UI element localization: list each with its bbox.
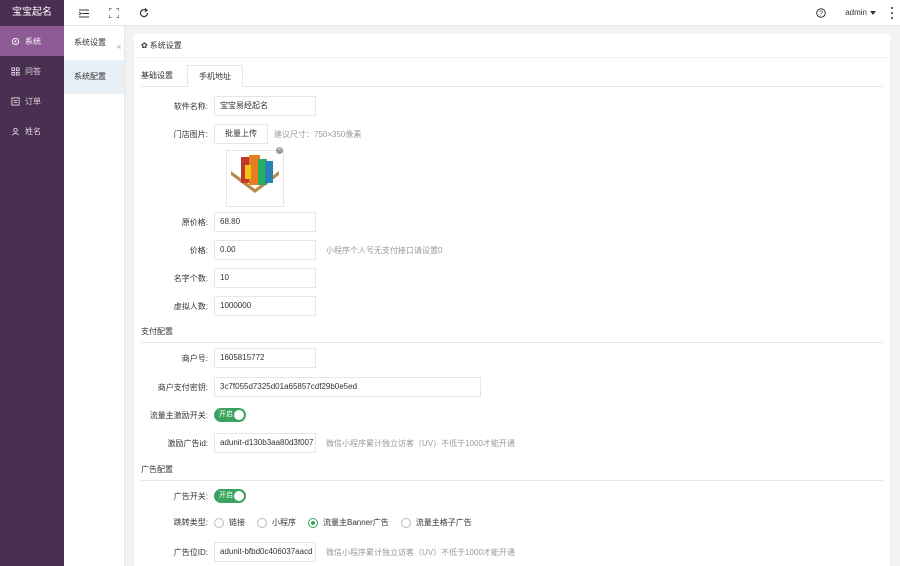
secondary-sidebar: 系统设置 系统配置 <box>64 26 125 566</box>
field-incentive-ad-id: 激励广告id: adunit-d130b3aa80d3f007 微信小程序累计独… <box>134 433 890 453</box>
refresh-icon[interactable] <box>139 8 149 18</box>
merchant-id-input[interactable]: 1605815772 <box>214 348 316 368</box>
radio-label: 链接 <box>229 518 245 527</box>
gear-icon: ✿ <box>141 40 148 50</box>
sidebar-item-orders[interactable]: 订单 <box>0 86 64 116</box>
incentive-ad-id-input[interactable]: adunit-d130b3aa80d3f007 <box>214 433 316 453</box>
tab-mobile-address[interactable]: 手机地址 <box>187 64 243 87</box>
field-jump-type: 跳转类型: 链接 小程序 流量主Banner广告 流量主格子广告 <box>134 517 890 528</box>
field-shop-image: 门店图片: 批量上传 建议尺寸：750×350像素 <box>134 124 890 144</box>
help-icon[interactable]: ? <box>816 8 826 18</box>
shop-image-thumbnail[interactable] <box>226 150 284 207</box>
radio-label: 流量主格子广告 <box>415 518 472 527</box>
batch-upload-button[interactable]: 批量上传 <box>214 124 268 144</box>
top-header: ? admin <box>64 0 900 26</box>
sidebar-item-label: 姓名 <box>25 126 41 136</box>
jump-type-label: 跳转类型: <box>173 518 208 527</box>
incentive-toggle[interactable]: 开启 <box>214 408 246 422</box>
original-price-label: 原价格: <box>181 217 208 227</box>
settings-card: ✿ 系统设置 基础设置 手机地址 软件名称: 宝宝易经起名 门店图片: 批量上传… <box>134 34 890 566</box>
sidebar-item-label: 订单 <box>25 96 41 106</box>
ad-slot-id-input[interactable]: adunit-bfbd0c406037aacd <box>214 542 316 562</box>
subnav-item-system-config[interactable]: 系统配置 <box>64 60 124 94</box>
order-icon <box>10 96 20 106</box>
name-count-label: 名字个数: <box>173 273 208 283</box>
radio-label: 小程序 <box>272 518 296 527</box>
merchant-key-label: 商户支付密钥: <box>157 382 208 392</box>
radio-circle <box>214 517 224 528</box>
radio-circle <box>308 517 318 528</box>
field-virtual-count: 虚拟人数: 1000000 <box>134 296 890 316</box>
radio-mini-program[interactable]: 小程序 <box>257 517 296 528</box>
chevron-down-icon <box>870 10 876 15</box>
menu-toggle-icon[interactable] <box>79 8 89 18</box>
merchant-key-input[interactable]: 3c7f055d7325d01a65857cdf29b0e5ed <box>214 377 481 397</box>
ads-section-title: 广告配置 <box>141 465 173 474</box>
remove-image-icon[interactable]: × <box>276 147 283 154</box>
price-hint: 小程序个人号无支付接口请设置0 <box>326 245 443 255</box>
radio-banner-ad[interactable]: 流量主Banner广告 <box>308 517 389 528</box>
settings-tabs: 基础设置 手机地址 <box>141 64 883 87</box>
more-options-icon[interactable] <box>890 7 894 19</box>
user-icon <box>10 126 20 136</box>
field-original-price: 原价格: 68.80 <box>134 212 890 232</box>
virtual-count-label: 虚拟人数: <box>173 301 208 311</box>
field-ad-slot-id: 广告位ID: adunit-bfbd0c406037aacd 微信小程序累计独立… <box>134 542 890 562</box>
radio-grid-ad[interactable]: 流量主格子广告 <box>400 517 472 528</box>
jump-type-radio-group: 链接 小程序 流量主Banner广告 流量主格子广告 <box>214 517 484 528</box>
sidebar-item-label: 系统 <box>25 36 41 46</box>
payment-section-title: 支付配置 <box>141 327 173 336</box>
shop-image-hint: 建议尺寸：750×350像素 <box>274 129 362 139</box>
sidebar-item-label: 问答 <box>25 66 41 76</box>
toggle-knob <box>234 491 244 501</box>
collapse-sidebar-icon[interactable]: « <box>114 40 124 54</box>
radio-label: 流量主Banner广告 <box>323 518 389 527</box>
software-name-label: 软件名称: <box>173 101 208 111</box>
price-input[interactable]: 0.00 <box>214 240 316 260</box>
settings-icon <box>10 36 20 46</box>
field-merchant-key: 商户支付密钥: 3c7f055d7325d01a65857cdf29b0e5ed <box>134 377 890 397</box>
radio-circle <box>257 517 267 528</box>
app-brand[interactable]: 宝宝起名 <box>0 0 64 26</box>
sidebar-item-names[interactable]: 姓名 <box>0 116 64 146</box>
user-menu[interactable]: admin <box>845 0 876 26</box>
tab-basic-settings[interactable]: 基础设置 <box>141 65 180 87</box>
card-header: ✿ 系统设置 <box>134 34 890 58</box>
field-name-count: 名字个数: 10 <box>134 268 890 288</box>
divider <box>141 342 883 343</box>
toggle-state-text: 开启 <box>219 492 233 499</box>
name-count-input[interactable]: 10 <box>214 268 316 288</box>
incentive-switch-label: 流量主激励开关: <box>149 410 208 420</box>
shop-image-label: 门店图片: <box>173 129 208 139</box>
field-software-name: 软件名称: 宝宝易经起名 <box>134 96 890 116</box>
fullscreen-icon[interactable] <box>109 8 119 18</box>
toggle-state-text: 开启 <box>219 411 233 418</box>
incentive-ad-id-hint: 微信小程序累计独立访客（UV）不低于1000才能开通 <box>326 438 515 448</box>
software-name-input[interactable]: 宝宝易经起名 <box>214 96 316 116</box>
field-incentive-switch: 流量主激励开关: 开启 <box>134 408 890 422</box>
original-price-input[interactable]: 68.80 <box>214 212 316 232</box>
ad-switch-label: 广告开关: <box>173 491 208 501</box>
ad-toggle[interactable]: 开启 <box>214 489 246 503</box>
sidebar-item-qa[interactable]: 问答 <box>0 56 64 86</box>
radio-link[interactable]: 链接 <box>214 517 245 528</box>
toggle-knob <box>234 410 244 420</box>
merchant-id-label: 商户号: <box>181 353 208 363</box>
virtual-count-input[interactable]: 1000000 <box>214 296 316 316</box>
sidebar-item-system[interactable]: 系统 <box>0 26 64 56</box>
svg-text:?: ? <box>819 11 823 18</box>
grid-icon <box>10 66 20 76</box>
divider <box>141 480 883 481</box>
incentive-ad-id-label: 激励广告id: <box>167 438 208 448</box>
main-sidebar: 宝宝起名 系统 问答 订单 姓名 <box>0 0 64 566</box>
radio-circle <box>400 517 411 528</box>
ad-slot-id-label: 广告位ID: <box>173 547 208 557</box>
ad-slot-id-hint: 微信小程序累计独立访客（UV）不低于1000才能开通 <box>326 547 515 557</box>
field-price: 价格: 0.00 小程序个人号无支付接口请设置0 <box>134 240 890 260</box>
card-title: 系统设置 <box>149 40 182 50</box>
field-merchant-id: 商户号: 1605815772 <box>134 348 890 368</box>
field-ad-switch: 广告开关: 开启 <box>134 489 890 503</box>
price-label: 价格: <box>189 245 208 255</box>
username: admin <box>845 8 867 17</box>
